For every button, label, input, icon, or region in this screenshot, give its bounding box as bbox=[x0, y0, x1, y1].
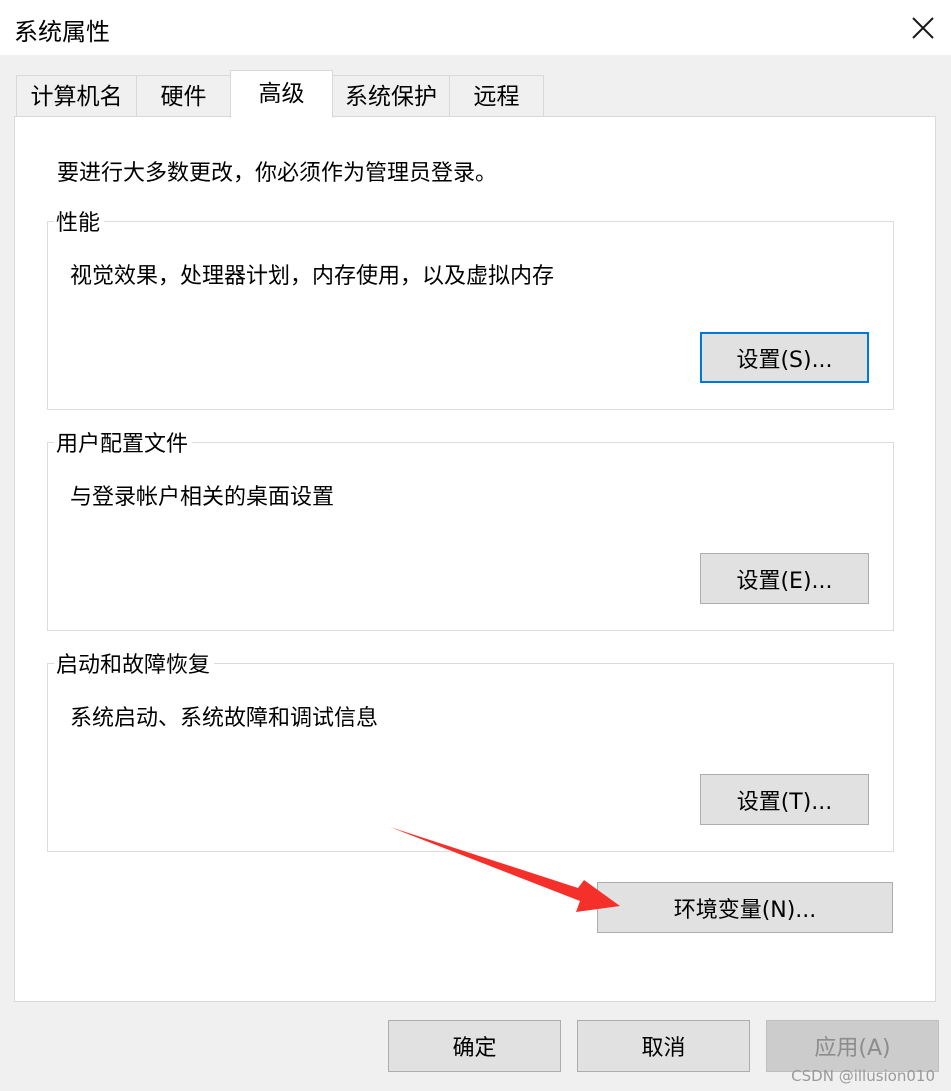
tab-advanced[interactable]: 高级 bbox=[230, 70, 333, 118]
startup-recovery-group: 启动和故障恢复 系统启动、系统故障和调试信息 设置(T)... bbox=[47, 647, 894, 852]
watermark-text: CSDN @illusion010 bbox=[791, 1067, 935, 1085]
tab-strip: 计算机名 硬件 高级 系统保护 远程 bbox=[16, 70, 556, 118]
tab-remote[interactable]: 远程 bbox=[449, 75, 544, 117]
user-profiles-settings-button[interactable]: 设置(E)... bbox=[700, 553, 869, 604]
close-icon bbox=[912, 16, 934, 39]
cancel-button[interactable]: 取消 bbox=[577, 1020, 750, 1072]
performance-group: 性能 视觉效果，处理器计划，内存使用，以及虚拟内存 设置(S)... bbox=[47, 205, 894, 410]
admin-notice: 要进行大多数更改，你必须作为管理员登录。 bbox=[57, 161, 498, 186]
ok-button[interactable]: 确定 bbox=[388, 1020, 561, 1072]
title-bar: 系统属性 bbox=[0, 0, 951, 55]
user-profiles-title: 用户配置文件 bbox=[54, 426, 193, 458]
performance-description: 视觉效果，处理器计划，内存使用，以及虚拟内存 bbox=[70, 264, 555, 289]
close-button[interactable] bbox=[895, 0, 951, 55]
environment-variables-button[interactable]: 环境变量(N)... bbox=[597, 882, 893, 933]
user-profiles-group: 用户配置文件 与登录帐户相关的桌面设置 设置(E)... bbox=[47, 426, 894, 631]
tab-hardware[interactable]: 硬件 bbox=[136, 75, 231, 117]
user-profiles-description: 与登录帐户相关的桌面设置 bbox=[70, 485, 335, 510]
window-title: 系统属性 bbox=[14, 18, 110, 46]
tab-system-protection[interactable]: 系统保护 bbox=[332, 75, 450, 117]
apply-button[interactable]: 应用(A) bbox=[766, 1020, 939, 1072]
tab-computer-name[interactable]: 计算机名 bbox=[16, 75, 137, 117]
performance-settings-button[interactable]: 设置(S)... bbox=[700, 332, 869, 383]
startup-recovery-description: 系统启动、系统故障和调试信息 bbox=[70, 706, 379, 731]
performance-title: 性能 bbox=[54, 205, 105, 237]
startup-recovery-title: 启动和故障恢复 bbox=[54, 647, 215, 679]
startup-recovery-settings-button[interactable]: 设置(T)... bbox=[700, 774, 869, 825]
advanced-tab-panel: 要进行大多数更改，你必须作为管理员登录。 性能 视觉效果，处理器计划，内存使用，… bbox=[14, 116, 936, 1002]
